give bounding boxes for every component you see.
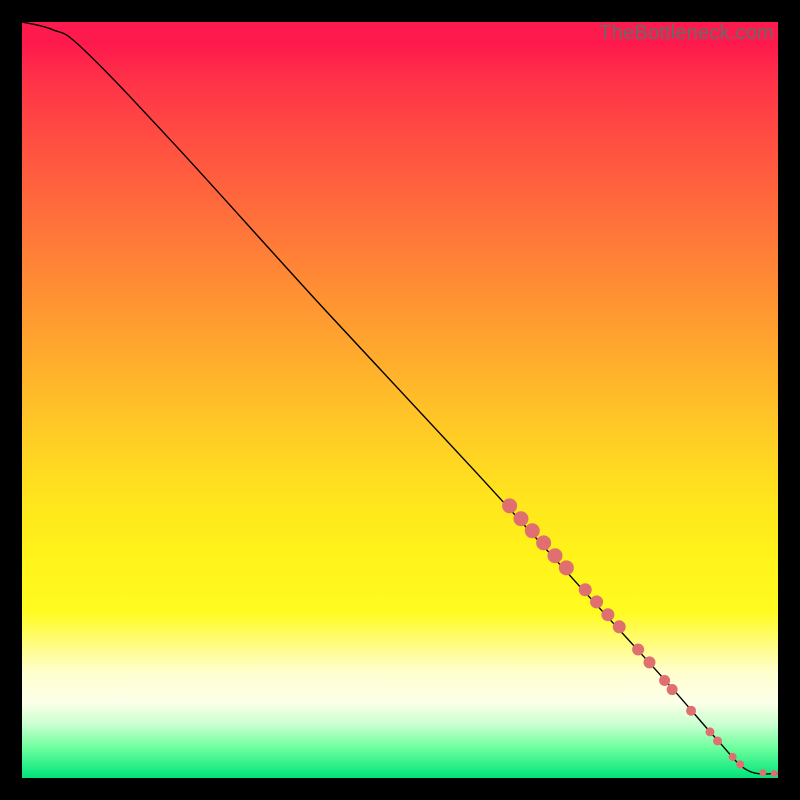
data-marker [559, 560, 574, 575]
data-marker [713, 736, 722, 745]
data-marker [771, 770, 778, 777]
data-marker [643, 656, 655, 668]
data-marker [705, 727, 714, 736]
data-marker [525, 523, 540, 538]
data-marker [590, 595, 603, 608]
data-marker [601, 608, 614, 621]
chart-gradient-area: TheBottleneck.com [22, 22, 778, 778]
data-marker [686, 706, 696, 716]
data-marker [536, 535, 551, 550]
chart-svg [22, 22, 778, 778]
marker-group [502, 498, 778, 777]
data-marker [729, 753, 737, 761]
data-marker [736, 760, 744, 768]
data-marker [759, 769, 766, 776]
data-marker [502, 498, 517, 513]
data-marker [579, 583, 592, 596]
data-marker [667, 684, 678, 695]
bottleneck-curve [22, 22, 778, 774]
data-marker [632, 643, 644, 655]
data-marker [513, 511, 528, 526]
data-marker [547, 548, 562, 563]
data-marker [659, 675, 670, 686]
data-marker [613, 620, 626, 633]
